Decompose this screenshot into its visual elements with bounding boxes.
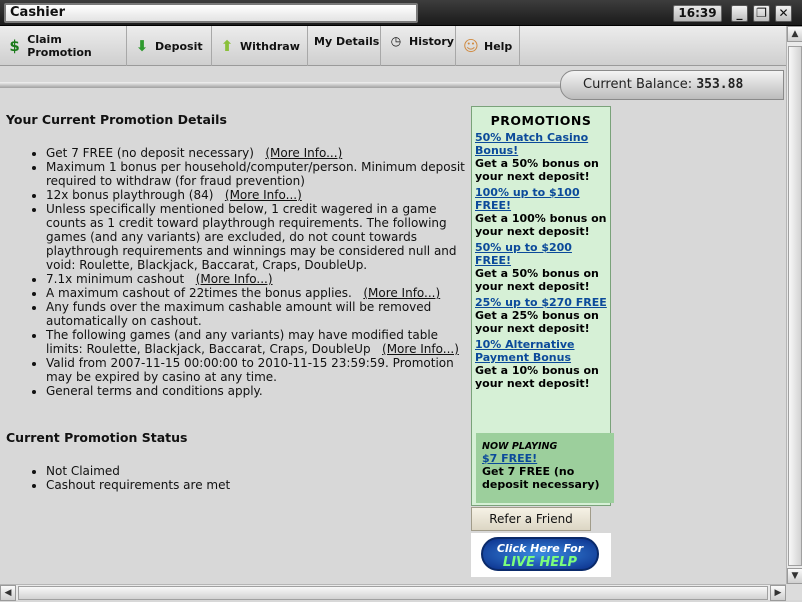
promotion-link[interactable]: 50% up to $200 FREE!: [475, 241, 607, 267]
list-item: Get 7 FREE (no deposit necessary) (More …: [46, 146, 468, 160]
more-info-link[interactable]: (More Info...): [225, 188, 302, 202]
my-details-button[interactable]: My Details: [308, 26, 381, 66]
current-balance: Current Balance: 353.88: [560, 70, 784, 100]
details-heading: Your Current Promotion Details: [6, 112, 227, 127]
now-playing-desc: Get 7 FREE (no deposit necessary): [482, 465, 600, 491]
list-item: Unless specifically mentioned below, 1 c…: [46, 202, 468, 272]
status-list: Not Claimed Cashout requirements are met: [28, 464, 468, 492]
promotions-panel: PROMOTIONS 50% Match Casino Bonus! Get a…: [471, 106, 614, 506]
title-bar: Cashier 16:39 _ ❐ ✕: [0, 0, 802, 26]
deposit-button[interactable]: ⬇ Deposit: [127, 26, 212, 66]
more-info-link[interactable]: (More Info...): [196, 272, 273, 286]
minimize-icon[interactable]: _: [731, 5, 748, 22]
list-item: Any funds over the maximum cashable amou…: [46, 300, 468, 328]
scroll-down-icon[interactable]: ▼: [787, 568, 802, 584]
promotion-desc: Get a 50% bonus on your next deposit!: [475, 157, 599, 183]
promotion-link[interactable]: 10% Alternative Payment Bonus: [475, 338, 607, 364]
clock-icon: ◷: [390, 34, 402, 48]
live-help-button[interactable]: Click Here For LIVE HELP: [481, 537, 599, 571]
promotions-heading: PROMOTIONS: [490, 113, 592, 128]
person-icon: ☺: [463, 37, 479, 55]
list-item: Maximum 1 bonus per household/computer/p…: [46, 160, 468, 188]
claim-promotion-button[interactable]: $ Claim Promotion: [0, 26, 127, 66]
more-info-link[interactable]: (More Info...): [363, 286, 440, 300]
scroll-up-icon[interactable]: ▲: [787, 26, 802, 42]
more-info-link[interactable]: (More Info...): [382, 342, 459, 356]
promotion-link[interactable]: 100% up to $100 FREE!: [475, 186, 607, 212]
list-item: Cashout requirements are met: [46, 478, 468, 492]
more-info-link[interactable]: (More Info...): [265, 146, 342, 160]
promotion-link[interactable]: 25% up to $270 FREE: [475, 296, 607, 309]
promotion-desc: Get a 50% bonus on your next deposit!: [475, 267, 599, 293]
history-button[interactable]: ◷ History: [381, 26, 456, 66]
details-list: Get 7 FREE (no deposit necessary) (More …: [28, 146, 468, 398]
up-arrow-icon: ⬆: [220, 37, 234, 55]
restore-icon[interactable]: ❐: [753, 5, 770, 22]
withdraw-button[interactable]: ⬆ Withdraw: [212, 26, 308, 66]
list-item: 7.1x minimum cashout (More Info...): [46, 272, 468, 286]
list-item: 12x bonus playthrough (84) (More Info...…: [46, 188, 468, 202]
list-item: General terms and conditions apply.: [46, 384, 468, 398]
now-playing-box: NOW PLAYING $7 FREE! Get 7 FREE (no depo…: [476, 433, 614, 503]
promotion-link[interactable]: 50% Match Casino Bonus!: [475, 131, 607, 157]
list-item: Not Claimed: [46, 464, 468, 478]
promotion-desc: Get a 100% bonus on your next deposit!: [475, 212, 607, 238]
help-button[interactable]: ☺ Help: [456, 26, 520, 66]
scroll-right-icon[interactable]: ▶: [770, 585, 786, 601]
promotion-desc: Get a 25% bonus on your next deposit!: [475, 309, 599, 335]
list-item: The following games (and any variants) m…: [46, 328, 468, 356]
now-playing-link[interactable]: $7 FREE!: [482, 452, 608, 465]
scrollbar-corner: [786, 584, 802, 600]
live-help-panel: Click Here For LIVE HELP: [471, 533, 611, 577]
scroll-left-icon[interactable]: ◀: [0, 585, 16, 601]
balance-value: 353.88: [696, 77, 744, 92]
vertical-scrollbar[interactable]: ▲ ▼: [786, 26, 802, 584]
window-title: Cashier: [4, 3, 418, 23]
clock: 16:39: [673, 5, 722, 22]
close-icon[interactable]: ✕: [775, 5, 792, 22]
scroll-thumb[interactable]: [18, 586, 768, 600]
down-arrow-icon: ⬇: [135, 37, 149, 55]
now-playing-tag: NOW PLAYING: [482, 441, 558, 452]
status-heading: Current Promotion Status: [6, 430, 188, 445]
divider: [0, 82, 570, 88]
list-item: A maximum cashout of 22times the bonus a…: [46, 286, 468, 300]
scroll-thumb[interactable]: [788, 46, 802, 566]
horizontal-scrollbar[interactable]: ◀ ▶: [0, 584, 786, 601]
promotion-desc: Get a 10% bonus on your next deposit!: [475, 364, 599, 390]
refer-a-friend-button[interactable]: Refer a Friend: [471, 507, 591, 531]
dollar-icon: $: [9, 37, 20, 55]
balance-bar: Current Balance: 353.88: [0, 66, 786, 106]
toolbar: $ Claim Promotion ⬇ Deposit ⬆ Withdraw M…: [0, 26, 802, 66]
promotion-details: Your Current Promotion Details Get 7 FRE…: [0, 106, 470, 584]
list-item: Valid from 2007-11-15 00:00:00 to 2010-1…: [46, 356, 468, 384]
